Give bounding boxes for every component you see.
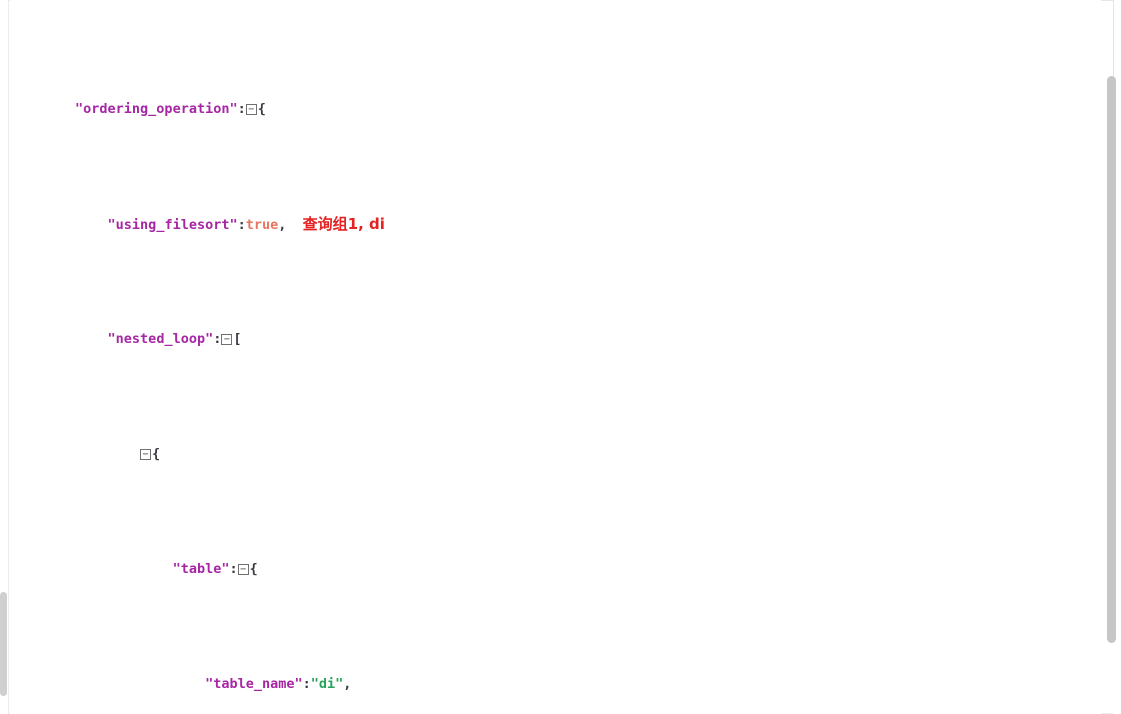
json-key-using-filesort: "using_filesort" <box>107 217 238 233</box>
collapse-box-minus-icon[interactable]: − <box>245 104 257 115</box>
vertical-scrollbar-track[interactable] <box>1105 0 1119 714</box>
colon-punct-4: : <box>229 561 238 577</box>
brace-open-3: { <box>249 561 258 577</box>
json-tree-content[interactable]: "ordering_operation": −{ "using_filesort"… <box>10 0 1101 714</box>
annotation-query-group: 查询组1, di <box>302 215 385 233</box>
json-viewer-window: "ordering_operation": −{ "using_filesort"… <box>0 0 1121 714</box>
json-value-table-name: "di" <box>310 676 344 692</box>
json-key-nested-loop: "nested_loop" <box>107 331 214 347</box>
window-left-border <box>8 0 9 714</box>
json-line-ordering-operation: "ordering_operation": −{ <box>10 98 1101 121</box>
colon-punct-5: : <box>302 676 311 692</box>
json-line-nested-loop: "nested_loop": −[ <box>10 328 1101 351</box>
json-key-table-name: "table_name" <box>205 676 303 692</box>
collapse-box-minus-icon-table[interactable]: − <box>237 564 249 575</box>
colon-punct-3: : <box>213 331 222 347</box>
json-line-table-name: "table_name":"di", <box>10 673 1101 696</box>
brace-open-2: { <box>152 446 161 462</box>
json-line-using-filesort: "using_filesort":true, 查询组1, di <box>10 213 1101 236</box>
json-code-block: "ordering_operation": −{ "using_filesort"… <box>10 0 1101 714</box>
comma-punct-2: , <box>343 676 352 692</box>
colon-punct-2: : <box>237 217 246 233</box>
json-key-table: "table" <box>172 561 230 577</box>
collapse-box-minus-icon-nested-loop[interactable]: − <box>221 334 233 345</box>
json-key-ordering-operation: "ordering_operation" <box>75 101 238 117</box>
json-value-using-filesort: true <box>245 217 279 233</box>
json-line-table: "table": −{ <box>10 558 1101 581</box>
outer-scrollbar-thumb[interactable] <box>0 592 7 696</box>
colon-punct-1: : <box>237 101 246 117</box>
json-line-array-item-open: −{ <box>10 443 1101 466</box>
vertical-scrollbar-thumb[interactable] <box>1107 76 1116 643</box>
bracket-open-1: [ <box>233 331 242 347</box>
brace-open-1: { <box>257 101 266 117</box>
collapse-box-minus-icon-item[interactable]: − <box>140 449 152 460</box>
